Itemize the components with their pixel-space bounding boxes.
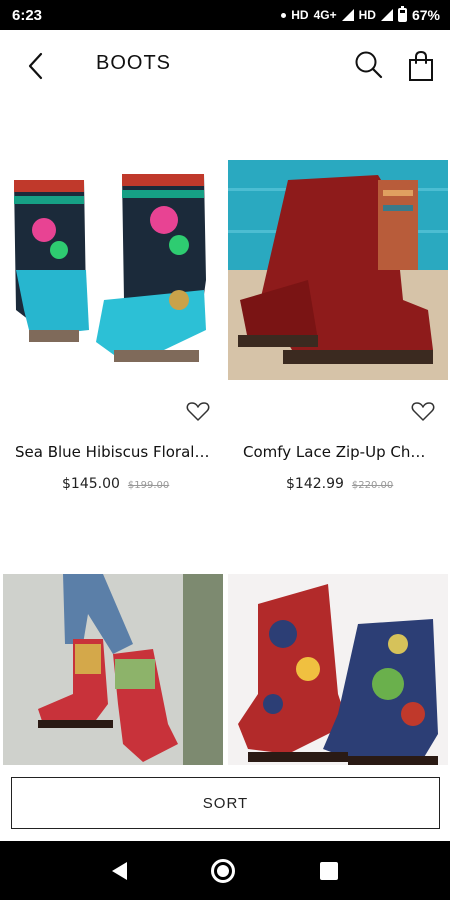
shopping-bag-icon [409, 50, 433, 81]
sort-button[interactable]: SORT [11, 777, 440, 829]
status-bar: 6:23 HD 4G+ HD 67% [0, 0, 450, 30]
shopping-bag-button[interactable] [406, 50, 436, 82]
status-time: 6:23 [12, 6, 43, 24]
product-image[interactable] [4, 160, 222, 380]
current-price: $142.99 [286, 476, 344, 492]
product-image[interactable] [228, 160, 448, 380]
app-header: BOOTS [0, 30, 450, 100]
network-hd-label: HD [291, 8, 309, 22]
current-price: $145.00 [62, 476, 120, 492]
product-name[interactable]: Comfy Lace Zip-Up Ch… [243, 443, 425, 461]
search-icon [355, 51, 383, 79]
notification-dot-icon [281, 12, 287, 18]
product-price: $142.99 $220.00 [286, 476, 393, 492]
product-card[interactable]: Sea Blue Hibiscus Floral… $145.00 $199.0… [0, 100, 225, 500]
signal-icon [341, 9, 354, 21]
network-4g-label: 4G+ [313, 8, 337, 22]
nav-back-icon[interactable] [112, 861, 128, 880]
signal-icon-2 [380, 9, 393, 21]
status-icons: HD 4G+ HD 67% [281, 6, 440, 23]
product-image[interactable] [228, 574, 448, 766]
product-image[interactable] [3, 574, 223, 766]
red-lace-boot-image [228, 160, 448, 380]
system-nav-bar [0, 841, 450, 900]
heart-icon [186, 402, 210, 421]
search-button[interactable] [354, 50, 384, 80]
battery-icon [397, 6, 407, 22]
product-card[interactable] [0, 570, 225, 770]
page-title: BOOTS [96, 52, 172, 74]
red-paisley-boots-image [228, 574, 448, 766]
original-price: $199.00 [127, 480, 170, 491]
heart-icon [411, 402, 435, 421]
nav-home-icon[interactable] [211, 858, 236, 883]
back-button[interactable] [20, 50, 50, 82]
red-floral-boots-model-image [3, 574, 223, 766]
product-price: $145.00 $199.00 [62, 476, 169, 492]
wishlist-button[interactable] [186, 400, 210, 422]
battery-percent: 67% [411, 7, 440, 23]
back-arrow-icon [28, 52, 43, 80]
sort-bar: SORT [0, 765, 450, 841]
product-card[interactable]: Comfy Lace Zip-Up Ch… $142.99 $220.00 [225, 100, 450, 500]
wishlist-button[interactable] [411, 400, 435, 422]
turquoise-boots-image [14, 174, 206, 362]
original-price: $220.00 [351, 480, 394, 491]
product-name[interactable]: Sea Blue Hibiscus Floral… [15, 443, 209, 461]
network-hd2-label: HD [358, 8, 376, 22]
product-card[interactable] [225, 570, 450, 770]
nav-recents-icon[interactable] [319, 861, 338, 880]
